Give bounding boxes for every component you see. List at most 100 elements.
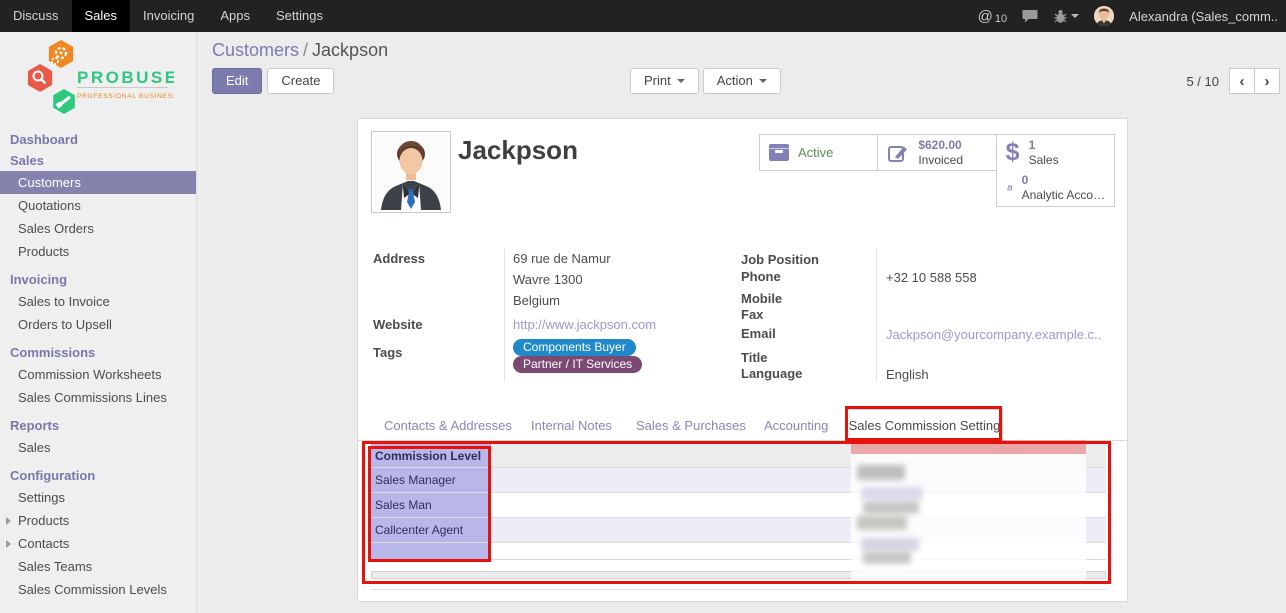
company-logo[interactable]: PROBUSE PROFESSIONAL BUSINESS [14, 38, 196, 121]
user-avatar-image [1094, 6, 1114, 26]
sidebar-item-label: Products [18, 513, 69, 528]
table-header-row: Commission Level [371, 444, 1106, 468]
print-dropdown-button[interactable]: Print [630, 68, 699, 94]
sidebar-section-sales[interactable]: Sales [0, 150, 196, 171]
active-toggle-button[interactable]: Active [760, 135, 877, 170]
commission-level-empty-cell[interactable] [371, 543, 491, 559]
breadcrumb-current: Jackpson [312, 40, 388, 60]
breadcrumb-customers-link[interactable]: Customers [212, 40, 299, 60]
invoiced-stat-button[interactable]: $620.00 Invoiced [877, 135, 995, 170]
user-avatar[interactable] [1094, 6, 1114, 26]
menu-apps[interactable]: Apps [207, 0, 263, 32]
table-row[interactable]: Callcenter Agent [371, 518, 1106, 543]
chevron-right-icon: › [1265, 73, 1270, 90]
sidebar-item-sales-commission-levels[interactable]: Sales Commission Levels [0, 578, 196, 601]
customer-photo[interactable] [371, 131, 451, 213]
sidebar-item-reports-sales[interactable]: Sales [0, 436, 196, 459]
address-city: Wavre 1300 [513, 272, 583, 287]
action-label: Action [717, 73, 753, 89]
menu-discuss[interactable]: Discuss [0, 0, 72, 32]
sidebar-item-commission-worksheets[interactable]: Commission Worksheets [0, 363, 196, 386]
record-pager: 5 / 10 ‹ › [1186, 68, 1280, 94]
mention-count-badge: 10 [995, 13, 1007, 25]
book-icon [1006, 178, 1013, 198]
sidebar-section-configuration: Configuration [0, 465, 196, 486]
language-value: English [886, 367, 929, 382]
commission-level-header[interactable]: Commission Level [371, 444, 491, 467]
horizontal-scrollbar[interactable] [371, 571, 1106, 579]
chevron-down-icon [759, 79, 767, 83]
commission-level-cell[interactable]: Sales Manager [371, 468, 491, 492]
debug-menu-button[interactable] [1054, 9, 1079, 23]
commission-level-table: Commission Level Sales Manager Sales Man… [371, 444, 1106, 560]
sidebar-item-quotations[interactable]: Quotations [0, 194, 196, 217]
tab-sales-commission-setting[interactable]: Sales Commission Setting [846, 409, 1003, 441]
table-empty-row[interactable] [371, 543, 1106, 560]
tab-contacts-addresses[interactable]: Contacts & Addresses [384, 418, 512, 433]
commission-level-cell[interactable]: Callcenter Agent [371, 518, 491, 542]
pager-count: 5 / 10 [1186, 74, 1219, 89]
title-label: Title [741, 350, 768, 365]
expand-caret-icon [6, 540, 11, 548]
job-position-label: Job Position [741, 252, 819, 267]
expand-caret-icon [6, 517, 11, 525]
top-menu-bar: Discuss Sales Invoicing Apps Settings @ … [0, 0, 1286, 32]
sales-count-label: Sales [1029, 153, 1059, 168]
field-separator [876, 249, 877, 381]
analytic-count-label: Analytic Acco… [1022, 188, 1105, 203]
menu-invoicing[interactable]: Invoicing [130, 0, 207, 32]
row-cell-censored [491, 518, 1106, 542]
edit-button[interactable]: Edit [212, 68, 262, 94]
sidebar-item-orders-to-upsell[interactable]: Orders to Upsell [0, 313, 196, 336]
breadcrumb-separator: / [299, 40, 312, 60]
sidebar-item-sales-orders[interactable]: Sales Orders [0, 217, 196, 240]
sidebar-item-customers[interactable]: Customers [0, 171, 196, 194]
pager-previous-button[interactable]: ‹ [1229, 68, 1255, 94]
tab-accounting[interactable]: Accounting [764, 418, 828, 433]
form-buttons: Edit Create [212, 68, 334, 94]
menu-settings[interactable]: Settings [263, 0, 336, 32]
sales-stat-button[interactable]: $ 1 Sales [996, 135, 1114, 170]
chevron-down-icon [677, 79, 685, 83]
action-dropdown-button[interactable]: Action [703, 68, 781, 94]
messages-button[interactable] [1022, 9, 1039, 24]
analytic-count-value: 0 [1022, 173, 1105, 188]
sidebar-item-sales-to-invoice[interactable]: Sales to Invoice [0, 290, 196, 313]
phone-value: +32 10 588 558 [886, 270, 977, 285]
chevron-down-icon [1071, 14, 1079, 18]
dollar-icon: $ [1006, 140, 1020, 165]
website-link[interactable]: http://www.jackpson.com [513, 317, 656, 332]
fax-label: Fax [741, 307, 763, 322]
sidebar-item-dashboard[interactable]: Dashboard [0, 129, 196, 150]
tab-internal-notes[interactable]: Internal Notes [531, 418, 612, 433]
tag-partner-it-services[interactable]: Partner / IT Services [513, 356, 642, 373]
sidebar-item-sales-teams[interactable]: Sales Teams [0, 555, 196, 578]
commission-level-cell[interactable]: Sales Man [371, 493, 491, 517]
tag-components-buyer[interactable]: Components Buyer [513, 339, 636, 356]
sidebar-item-config-products[interactable]: Products [0, 509, 196, 532]
logo-tagline: PROFESSIONAL BUSINESS [77, 93, 174, 100]
mentions-button[interactable]: @ 10 [978, 8, 1007, 25]
sidebar-item-sales-commissions-lines[interactable]: Sales Commissions Lines [0, 386, 196, 409]
sidebar-item-config-contacts[interactable]: Contacts [0, 532, 196, 555]
email-link[interactable]: Jackpson@yourcompany.example.c.. [886, 327, 1101, 342]
table-row[interactable]: Sales Man [371, 493, 1106, 518]
at-icon: @ [978, 8, 993, 25]
field-separator [504, 249, 505, 381]
sidebar-item-label: Contacts [18, 536, 69, 551]
pager-next-button[interactable]: › [1254, 68, 1280, 94]
bug-icon [1054, 9, 1067, 23]
sidebar-item-products[interactable]: Products [0, 240, 196, 263]
tab-sales-purchases[interactable]: Sales & Purchases [636, 418, 746, 433]
table-row[interactable]: Sales Manager [371, 468, 1106, 493]
menu-sales[interactable]: Sales [72, 0, 131, 32]
sidebar-nav: Dashboard Sales Customers Quotations Sal… [0, 129, 196, 601]
create-button[interactable]: Create [267, 68, 334, 94]
action-buttons: Print Action [630, 68, 781, 94]
user-menu[interactable]: Alexandra (Sales_comm.. [1129, 9, 1278, 24]
logo-text: PROBUSE [77, 68, 174, 87]
sidebar-section-commissions: Commissions [0, 342, 196, 363]
sidebar-item-settings[interactable]: Settings [0, 486, 196, 509]
analytic-accounts-stat-button[interactable]: 0 Analytic Acco… [996, 170, 1115, 207]
sidebar-section-invoicing: Invoicing [0, 269, 196, 290]
